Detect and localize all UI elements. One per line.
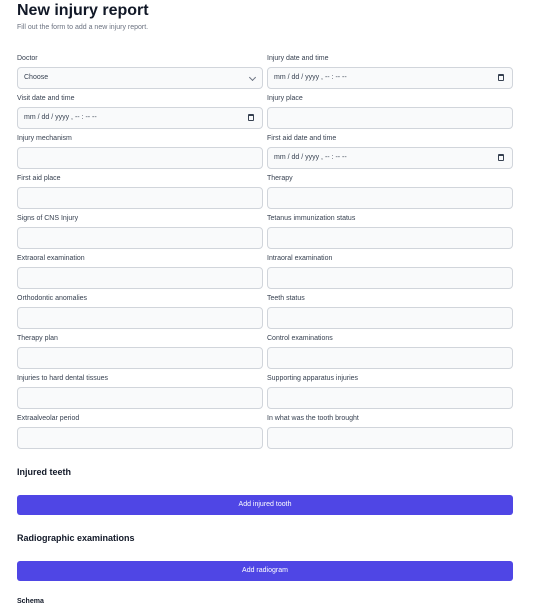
chevron-down-icon bbox=[248, 73, 257, 82]
tetanus-immunization-status-input[interactable] bbox=[267, 227, 513, 249]
field-injuries-to-hard-dental-tissues: Injuries to hard dental tissues bbox=[17, 374, 263, 414]
field-first-aid-date-and-time: First aid date and time mm / dd / yyyy , … bbox=[267, 134, 513, 174]
field-extraoral-examination: Extraoral examination bbox=[17, 254, 263, 294]
in-what-was-the-tooth-brought-label: In what was the tooth brought bbox=[267, 415, 359, 422]
visit-date-and-time-value: mm / dd / yyyy , -- : -- -- bbox=[24, 114, 97, 121]
doctor-label: Doctor bbox=[17, 55, 38, 62]
field-injury-date-and-time: Injury date and time mm / dd / yyyy , -- … bbox=[267, 54, 513, 94]
visit-date-and-time-input[interactable]: mm / dd / yyyy , -- : -- -- bbox=[17, 107, 263, 129]
injuries-to-hard-dental-tissues-input[interactable] bbox=[17, 387, 263, 409]
schema-label: Schema bbox=[17, 598, 44, 605]
therapy-plan-input[interactable] bbox=[17, 347, 263, 369]
injury-place-label: Injury place bbox=[267, 95, 303, 102]
first-aid-date-and-time-input[interactable]: mm / dd / yyyy , -- : -- -- bbox=[267, 147, 513, 169]
add-radiogram-button[interactable]: Add radiogram bbox=[17, 561, 513, 581]
field-tetanus-immunization-status: Tetanus immunization status bbox=[267, 214, 513, 254]
field-first-aid-place: First aid place bbox=[17, 174, 263, 214]
first-aid-place-input[interactable] bbox=[17, 187, 263, 209]
teeth-status-label: Teeth status bbox=[267, 295, 305, 302]
intraoral-examination-input[interactable] bbox=[267, 267, 513, 289]
field-doctor: Doctor Choose bbox=[17, 54, 263, 94]
control-examinations-label: Control examinations bbox=[267, 335, 333, 342]
supporting-apparatus-injuries-input[interactable] bbox=[267, 387, 513, 409]
supporting-apparatus-injuries-label: Supporting apparatus injuries bbox=[267, 375, 359, 382]
extraalveolar-period-input[interactable] bbox=[17, 427, 263, 449]
page-subtitle: Fill out the form to add a new injury re… bbox=[17, 24, 149, 31]
field-teeth-status: Teeth status bbox=[267, 294, 513, 334]
therapy-input[interactable] bbox=[267, 187, 513, 209]
signs-of-cns-injury-input[interactable] bbox=[17, 227, 263, 249]
injured-teeth-heading: Injured teeth bbox=[17, 467, 72, 477]
first-aid-date-and-time-value: mm / dd / yyyy , -- : -- -- bbox=[274, 154, 347, 161]
signs-of-cns-injury-label: Signs of CNS Injury bbox=[17, 215, 79, 222]
tetanus-immunization-status-label: Tetanus immunization status bbox=[267, 215, 356, 222]
field-extraalveolar-period: Extraalveolar period bbox=[17, 414, 263, 454]
injury-mechanism-input[interactable] bbox=[17, 147, 263, 169]
field-supporting-apparatus-injuries: Supporting apparatus injuries bbox=[267, 374, 513, 414]
in-what-was-the-tooth-brought-input[interactable] bbox=[267, 427, 513, 449]
extraoral-examination-label: Extraoral examination bbox=[17, 255, 85, 262]
field-in-what-was-the-tooth-brought: In what was the tooth brought bbox=[267, 414, 513, 454]
injury-place-input[interactable] bbox=[267, 107, 513, 129]
field-signs-of-cns-injury: Signs of CNS Injury bbox=[17, 214, 263, 254]
injury-date-and-time-label: Injury date and time bbox=[267, 55, 329, 62]
teeth-status-input[interactable] bbox=[267, 307, 513, 329]
radiographic-examinations-heading: Radiographic examinations bbox=[17, 533, 135, 543]
calendar-icon[interactable] bbox=[248, 114, 254, 121]
doctor-select[interactable]: Choose bbox=[17, 67, 263, 89]
visit-date-and-time-label: Visit date and time bbox=[17, 95, 75, 102]
field-injury-place: Injury place bbox=[267, 94, 513, 134]
page-title: New injury report bbox=[17, 2, 149, 19]
injury-form: Doctor Choose Injury date and time mm / dd … bbox=[17, 54, 513, 454]
intraoral-examination-label: Intraoral examination bbox=[267, 255, 333, 262]
first-aid-date-and-time-label: First aid date and time bbox=[267, 135, 337, 142]
field-intraoral-examination: Intraoral examination bbox=[267, 254, 513, 294]
add-injured-tooth-button[interactable]: Add injured tooth bbox=[17, 495, 513, 515]
extraalveolar-period-label: Extraalveolar period bbox=[17, 415, 80, 422]
orthodontic-anomalies-label: Orthodontic anomalies bbox=[17, 295, 88, 302]
injury-report-page: New injury report Fill out the form to a… bbox=[0, 0, 540, 615]
field-visit-date-and-time: Visit date and time mm / dd / yyyy , -- :… bbox=[17, 94, 263, 134]
field-orthodontic-anomalies: Orthodontic anomalies bbox=[17, 294, 263, 334]
field-therapy: Therapy bbox=[267, 174, 513, 214]
doctor-value: Choose bbox=[24, 74, 49, 81]
injury-date-and-time-input[interactable]: mm / dd / yyyy , -- : -- -- bbox=[267, 67, 513, 89]
field-therapy-plan: Therapy plan bbox=[17, 334, 263, 374]
therapy-plan-label: Therapy plan bbox=[17, 335, 58, 342]
injury-mechanism-label: Injury mechanism bbox=[17, 135, 72, 142]
injury-date-and-time-value: mm / dd / yyyy , -- : -- -- bbox=[274, 74, 347, 81]
injuries-to-hard-dental-tissues-label: Injuries to hard dental tissues bbox=[17, 375, 109, 382]
first-aid-place-label: First aid place bbox=[17, 175, 61, 182]
control-examinations-input[interactable] bbox=[267, 347, 513, 369]
calendar-icon[interactable] bbox=[498, 74, 504, 81]
therapy-label: Therapy bbox=[267, 175, 293, 182]
field-control-examinations: Control examinations bbox=[267, 334, 513, 374]
calendar-icon[interactable] bbox=[498, 154, 504, 161]
field-injury-mechanism: Injury mechanism bbox=[17, 134, 263, 174]
orthodontic-anomalies-input[interactable] bbox=[17, 307, 263, 329]
extraoral-examination-input[interactable] bbox=[17, 267, 263, 289]
